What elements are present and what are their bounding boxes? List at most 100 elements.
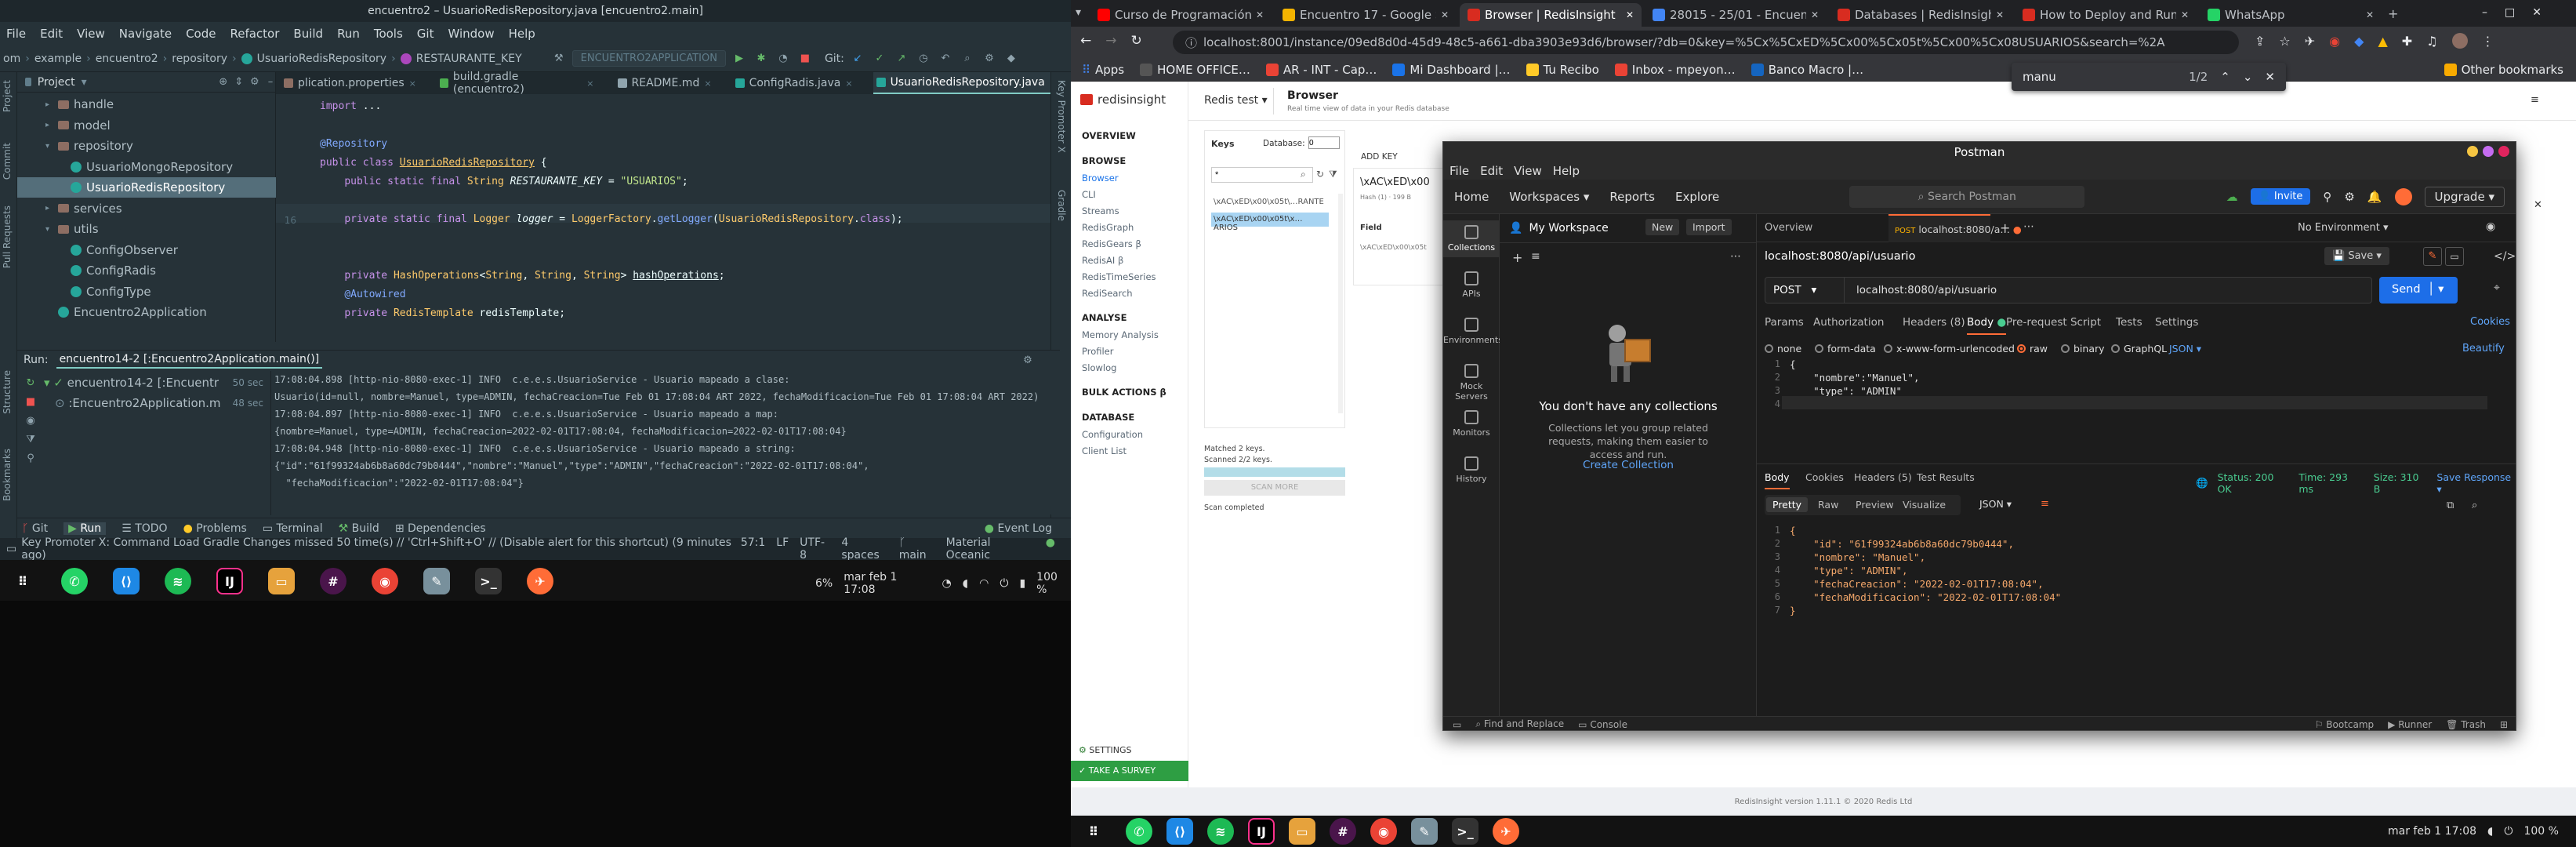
gear-icon[interactable]: ⚙ — [2344, 190, 2354, 204]
take-survey-button[interactable]: ✓ TAKE A SURVEY — [1071, 761, 1188, 781]
nav-home[interactable]: Home — [1454, 190, 1489, 204]
menu-icon[interactable]: ⋮ — [2482, 34, 2494, 49]
side-tab-structure[interactable]: Structure — [2, 370, 13, 414]
status-message[interactable]: Key Promoter X: Command Load Gradle Chan… — [21, 536, 741, 562]
terminal-icon[interactable]: >_ — [1452, 818, 1478, 845]
search-icon[interactable]: ⌕ — [2472, 500, 2477, 511]
tree-item[interactable]: ConfigRadis — [58, 260, 156, 281]
nav-item[interactable]: CLI — [1082, 189, 1096, 200]
editor-icon[interactable]: ✎ — [423, 568, 450, 594]
gradle-icon[interactable]: ◆ — [1003, 50, 1020, 67]
address-bar[interactable]: ⓘ localhost:8001/instance/09ed8d0d-45d9-… — [1173, 31, 2239, 54]
tree-item[interactable]: Encuentro2Application — [45, 302, 207, 322]
workspace-name[interactable]: 👤 My Workspace — [1509, 222, 1609, 234]
settings-link[interactable]: ⚙ SETTINGS — [1079, 745, 1132, 755]
close-icon[interactable]: × — [409, 78, 416, 89]
tool-tab-terminal[interactable]: ▭ Terminal — [263, 522, 323, 535]
settings-icon[interactable]: ⚙ — [981, 50, 998, 67]
git-push-icon[interactable]: ↗ — [893, 50, 910, 67]
bookmark-item[interactable]: Mi Dashboard |… — [1392, 63, 1511, 77]
scan-more-button[interactable]: SCAN MORE — [1204, 480, 1345, 496]
rail-history[interactable]: History — [1443, 452, 1500, 489]
console[interactable]: ▭ Console — [1578, 719, 1627, 730]
send-icon[interactable]: ✈ — [2305, 34, 2315, 49]
invite-button[interactable]: 👤 Invite — [2250, 188, 2311, 205]
bookmark-item[interactable]: Tu Recibo — [1526, 63, 1599, 77]
side-tab-bookmarks[interactable]: Bookmarks — [2, 449, 13, 501]
view-mode-button[interactable]: Pretty — [1766, 497, 1809, 512]
bookmark-item[interactable]: HOME OFFICE… — [1140, 63, 1250, 77]
body-format-select[interactable]: JSON ▾ — [2169, 343, 2201, 354]
request-tab[interactable]: Settings — [2155, 316, 2198, 329]
eye-icon[interactable]: ◉ — [2486, 220, 2495, 233]
create-collection-link[interactable]: Create Collection — [1500, 459, 1757, 471]
more-icon[interactable]: ⋯ — [2023, 220, 2034, 233]
close-button[interactable] — [2498, 146, 2509, 157]
sync-icon[interactable]: ☁ — [2226, 190, 2238, 204]
close-icon[interactable]: × — [704, 78, 711, 89]
gear-icon[interactable]: ⚙ — [250, 74, 259, 91]
close-icon[interactable]: ✕ — [2181, 9, 2189, 20]
reload-icon[interactable]: ↻ — [1131, 33, 1142, 49]
menu-refactor[interactable]: Refactor — [230, 27, 279, 41]
save-response-button[interactable]: Save Response ▾ — [2436, 471, 2516, 495]
filter-icon[interactable]: ⧩ — [1329, 169, 1337, 180]
bookmark-item[interactable]: AR - INT - Cap… — [1265, 63, 1377, 77]
nav-section[interactable]: DATABASE — [1082, 412, 1134, 423]
tool-tab-dependencies[interactable]: ⊞ Dependencies — [395, 522, 486, 535]
gear-icon[interactable]: ⚙ — [1019, 351, 1036, 369]
redisinsight-logo[interactable]: redisinsight — [1080, 93, 1166, 107]
files-icon[interactable]: ▭ — [1289, 818, 1315, 845]
field-value[interactable]: \xAC\xED\x00\x05t — [1360, 244, 1427, 252]
console-output[interactable]: 17:08:04.898 [http-nio-8080-exec-1] INFO… — [274, 371, 1050, 515]
menu-view[interactable]: View — [77, 27, 105, 41]
url-input[interactable]: localhost:8080/api/usuario — [1856, 284, 1997, 296]
body-type-radio[interactable]: raw — [2017, 343, 2048, 354]
request-tab[interactable]: Body ● — [1967, 316, 2007, 335]
editor-icon[interactable]: ✎ — [1411, 818, 1438, 845]
nav-reports[interactable]: Reports — [1609, 190, 1655, 204]
pin-icon[interactable]: ⚲ — [22, 449, 39, 468]
close-icon[interactable]: ✕ — [1811, 9, 1819, 20]
puzzle-icon[interactable]: ✚ — [2402, 34, 2412, 49]
minimize-icon[interactable]: – — [266, 74, 275, 91]
tool-tab-problems[interactable]: ● Problems — [183, 522, 247, 535]
avatar[interactable] — [2451, 33, 2468, 49]
breadcrumb-item[interactable]: om — [3, 53, 20, 65]
chevron-icon[interactable]: ▾ — [45, 142, 53, 151]
nav-item[interactable]: Configuration — [1082, 429, 1143, 440]
spotify-icon[interactable]: ≋ — [165, 568, 191, 594]
rail-monitors[interactable]: Monitors — [1443, 405, 1500, 442]
body-type-radio[interactable]: x-www-form-urlencoded — [1884, 343, 2015, 354]
notification-icon[interactable]: ◔ — [942, 577, 952, 590]
debug-icon[interactable]: ✱ — [753, 50, 770, 67]
response-body[interactable]: 1{2 "id": "61f99324ab6b8a60dc79b0444", 3 … — [1765, 525, 2502, 705]
intellij-icon[interactable]: IJ — [216, 568, 243, 594]
send-button[interactable]: Send │ ▾ — [2379, 277, 2458, 304]
nav-workspaces[interactable]: Workspaces ▾ — [1509, 190, 1589, 204]
breadcrumb-item[interactable]: RESTAURANTE_KEY — [416, 53, 522, 65]
tab-overview[interactable]: Overview — [1765, 222, 1812, 234]
tree-item[interactable]: ▾ utils — [45, 219, 99, 239]
view-mode-button[interactable]: Preview — [1856, 499, 1894, 511]
project-title[interactable]: Project — [38, 76, 75, 89]
upgrade-button[interactable]: Upgrade ▾ — [2424, 186, 2505, 207]
maximize-icon[interactable]: □ — [2505, 6, 2515, 19]
browser-tab[interactable]: How to Deploy and Run R… ✕ — [2015, 3, 2197, 27]
whatsapp-icon[interactable]: ✆ — [1126, 818, 1152, 845]
scrollbar[interactable] — [1338, 194, 1343, 413]
git-commit-icon[interactable]: ✓ — [871, 50, 888, 67]
browser-tab[interactable]: Databases | RedisInsight ✕ — [1830, 3, 2012, 27]
response-tab[interactable]: Test Results — [1917, 471, 1975, 483]
locate-icon[interactable]: ⊕ — [219, 74, 228, 91]
extension-icon[interactable]: ▲ — [2378, 34, 2387, 49]
chrome-icon[interactable]: ◉ — [1370, 818, 1397, 845]
response-format-select[interactable]: JSON ▾ — [1979, 498, 2012, 510]
close-icon[interactable]: ✕ — [1626, 9, 1634, 20]
close-icon[interactable]: × — [845, 78, 852, 89]
side-tab-pull-requests[interactable]: Pull Requests — [2, 205, 13, 268]
tree-item[interactable]: ▸ handle — [45, 94, 114, 115]
nav-item[interactable]: RedisGears β — [1082, 238, 1141, 249]
search-icon[interactable]: ⌕ — [1301, 169, 1306, 180]
menu-navigate[interactable]: Navigate — [119, 27, 172, 41]
